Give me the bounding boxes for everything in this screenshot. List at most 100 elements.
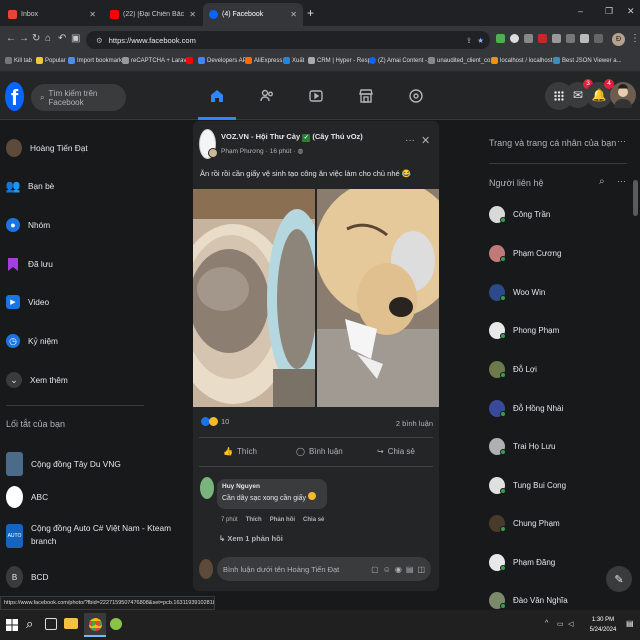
post-author[interactable]: Phạm Phương [221, 148, 264, 155]
notifications-button[interactable]: 🔔 4 [586, 79, 614, 108]
home-icon[interactable]: ⌂ [45, 33, 51, 45]
contact-item[interactable]: Tung Bui Cong [489, 477, 566, 494]
task-view-icon[interactable] [45, 618, 57, 630]
shortcut-item[interactable]: AUTO Cộng đồng Auto C# Việt Nam - Kteam b… [6, 522, 171, 548]
minimize-button[interactable]: – [578, 6, 583, 16]
shortcut-item[interactable]: ABC [6, 486, 48, 508]
sidebar-item-video[interactable]: ▶ Video [6, 295, 49, 309]
close-tab-icon[interactable]: ✕ [89, 10, 96, 19]
clock[interactable]: 1:30 PM 5/24/2024 [583, 615, 623, 635]
close-icon[interactable]: ✕ [421, 134, 430, 147]
sidebar-item-see-more[interactable]: ⌄ Xem thêm [6, 372, 68, 388]
extension-icon[interactable] [566, 34, 575, 43]
close-window-button[interactable]: ✕ [627, 6, 635, 17]
emoji-icon[interactable]: ☺ [383, 565, 391, 574]
contact-item[interactable]: Công Trần [489, 206, 550, 223]
gaming-nav-icon[interactable] [404, 84, 428, 108]
bookmark-item[interactable]: AliExpress [245, 57, 282, 64]
bookmark-item[interactable]: Import bookmarks [68, 57, 125, 64]
bookmark-item[interactable]: Kill tab [5, 57, 32, 64]
comment-like[interactable]: Thích [246, 517, 262, 523]
post-photo-dog[interactable] [317, 189, 439, 407]
search-input[interactable]: ⌕ Tìm kiếm trên Facebook [31, 84, 126, 111]
chrome-taskbar-button[interactable] [84, 613, 106, 637]
reactions-summary[interactable]: 10 [201, 417, 229, 426]
tune-icon[interactable]: ⚙ [96, 36, 103, 45]
windows-start-icon[interactable] [6, 619, 18, 633]
post-options-icon[interactable]: ··· [405, 135, 415, 146]
sidebar-item-saved[interactable]: Đã lưu [6, 257, 53, 271]
sidebar-item-memories[interactable]: ◷ Kỷ niệm [6, 334, 58, 348]
pages-options-icon[interactable]: ··· [617, 136, 626, 146]
close-tab-icon[interactable]: ✕ [290, 10, 297, 19]
contact-item[interactable]: Woo Win [489, 284, 545, 301]
new-tab-button[interactable]: + [307, 6, 314, 20]
shortcut-item[interactable]: B BCD [6, 566, 49, 588]
tab-facebook[interactable]: (4) Facebook ✕ [203, 3, 303, 26]
shortcut-item[interactable]: Cộng đồng Tây Du VNG [6, 452, 121, 476]
contact-item[interactable]: Phạm Đăng [489, 554, 555, 571]
comment-time[interactable]: 7 phút [221, 517, 238, 523]
contact-item[interactable]: Trai Họ Lưu [489, 438, 555, 455]
watch-nav-icon[interactable] [304, 84, 328, 108]
bookmark-item[interactable] [186, 57, 193, 64]
close-tab-icon[interactable]: ✕ [189, 10, 196, 19]
notifications-center-icon[interactable]: ▤ [626, 619, 634, 628]
share-icon[interactable]: ⇪ [466, 36, 472, 45]
forward-icon[interactable]: → [19, 33, 29, 45]
bookmark-item[interactable]: reCAPTCHA + Laravi... [122, 57, 193, 64]
comment-reply[interactable]: Phản hồi [270, 517, 295, 523]
facebook-logo[interactable]: f [5, 82, 24, 111]
speaker-icon[interactable]: ◁ [568, 620, 573, 628]
comment-button[interactable]: ◯ Bình luận [296, 447, 343, 456]
group-name[interactable]: VOZ.VN - Hội Thư Cày [221, 132, 300, 141]
post-time[interactable]: 16 phút [270, 148, 292, 155]
comment-count[interactable]: 2 bình luận [396, 419, 433, 428]
view-replies-link[interactable]: ↳ Xem 1 phản hồi [219, 534, 283, 543]
sticker-icon[interactable]: ▢ [371, 565, 379, 574]
reload-icon[interactable]: ↻ [32, 33, 40, 45]
friends-nav-icon[interactable] [255, 84, 279, 108]
profile-avatar[interactable]: Đ [612, 33, 625, 46]
contacts-options-icon[interactable]: ··· [617, 176, 626, 186]
extension-icon[interactable] [594, 34, 603, 43]
menu-kebab-icon[interactable]: ⋮ [630, 33, 640, 45]
marketplace-nav-icon[interactable] [354, 84, 378, 108]
star-icon[interactable]: ★ [477, 36, 484, 45]
search-contacts-icon[interactable]: ⌕ [599, 176, 605, 187]
bookmark-item[interactable]: Xuất [283, 57, 304, 64]
sticker-icon[interactable]: ◫ [417, 565, 425, 574]
scrollbar-thumb[interactable] [633, 180, 638, 216]
extension-icon[interactable] [524, 34, 533, 43]
search-icon[interactable]: ⌕ [26, 616, 33, 632]
sidebar-item-profile[interactable]: Hoàng Tiến Đạt [6, 139, 88, 157]
author-avatar[interactable] [208, 148, 218, 158]
post-photo-food-bowl[interactable] [193, 189, 315, 407]
address-bar[interactable]: ⚙ https://www.facebook.com ⇪ ★ [86, 31, 490, 49]
bookmark-item[interactable]: Best JSON Viewer a... [553, 57, 622, 64]
tab-inbox[interactable]: Inbox ✕ [2, 3, 102, 26]
contact-item[interactable]: Đỗ Hồng Nhài [489, 400, 563, 417]
comment-input[interactable]: Bình luận dưới tên Hoàng Tiến Đạt ▢ ☺ ◉ … [217, 557, 431, 581]
sidebar-item-friends[interactable]: 👥 Bạn bè [6, 179, 55, 193]
tab-youtube[interactable]: (22) [Đại Chiến Bắc Nam] Bắ ✕ [104, 3, 202, 26]
undo-icon[interactable]: ↶ [58, 33, 66, 45]
contact-item[interactable]: Đào Văn Nghĩa [489, 592, 568, 609]
camera-icon[interactable]: ◉ [395, 565, 402, 574]
comment-share[interactable]: Chia sẻ [303, 517, 324, 523]
contact-item[interactable]: Chung Phạm [489, 515, 560, 532]
bookmark-item[interactable]: unaudited_client_co... [428, 57, 495, 64]
like-button[interactable]: 👍 Thích [223, 447, 257, 456]
contact-item[interactable]: Phong Phạm [489, 322, 559, 339]
extension-icon[interactable] [496, 34, 505, 43]
app-icon[interactable] [110, 618, 122, 630]
bookmark-item[interactable]: (Z) Amai Content -... [369, 57, 432, 64]
back-icon[interactable]: ← [6, 33, 16, 45]
extension-icon[interactable] [538, 34, 547, 43]
maximize-button[interactable]: ❐ [605, 6, 613, 17]
contact-item[interactable]: Đỗ Lợi [489, 361, 537, 378]
extension-icon[interactable] [552, 34, 561, 43]
extension-icon[interactable]: ▣ [71, 33, 80, 45]
extension-icon[interactable] [580, 34, 589, 43]
file-explorer-icon[interactable] [64, 618, 78, 629]
